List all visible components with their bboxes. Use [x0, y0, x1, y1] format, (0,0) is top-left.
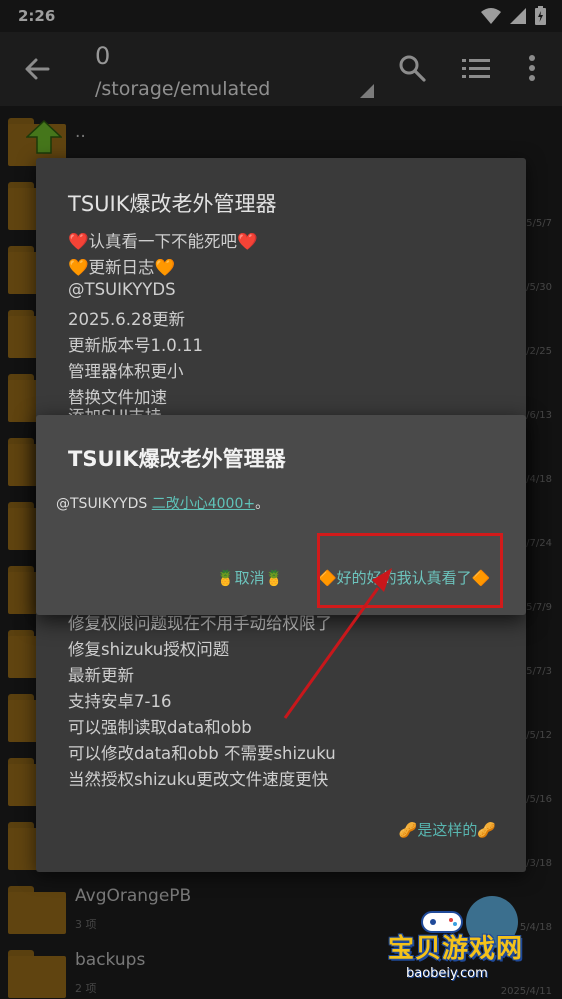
watermark-text: 宝贝游戏网: [388, 934, 524, 964]
changelog-line: 支持安卓7-16: [68, 692, 172, 711]
changelog-line: 管理器体积更小: [68, 362, 184, 381]
changelog-confirm-button[interactable]: 🥜是这样的🥜: [399, 819, 496, 840]
watermark-url: baobeiy.com: [406, 966, 488, 981]
changelog-title: TSUIK爆改老外管理器: [68, 192, 277, 216]
dialog-message-author: @TSUIKYYDS: [56, 496, 152, 512]
changelog-line: @TSUIKYYDS: [68, 280, 176, 299]
changelog-line: ❤️认真看一下不能死吧❤️: [68, 232, 258, 251]
changelog-line: 可以强制读取data和obb: [68, 718, 252, 737]
changelog-line: 🧡更新日志🧡: [68, 258, 176, 277]
dialog-message-link[interactable]: 二改小心4000+: [152, 496, 255, 512]
changelog-line: 2025.6.28更新: [68, 310, 185, 329]
highlight-box: [317, 533, 503, 608]
cancel-button[interactable]: 🍍取消🍍: [216, 567, 283, 588]
watermark: 宝贝游戏网 baobeiy.com: [380, 890, 562, 999]
changelog-line: 当然授权shizuku更改文件速度更快: [68, 770, 329, 789]
dialog-message: @TSUIKYYDS 二改小心4000+。: [56, 493, 269, 513]
changelog-line: 可以修改data和obb 不需要shizuku: [68, 744, 336, 763]
dialog-title: TSUIK爆改老外管理器: [68, 447, 286, 471]
changelog-line: 修复shizuku授权问题: [68, 640, 230, 659]
changelog-line: 最新更新: [68, 666, 134, 685]
dialog-message-suffix: 。: [255, 496, 270, 512]
changelog-line: 更新版本号1.0.11: [68, 336, 203, 355]
